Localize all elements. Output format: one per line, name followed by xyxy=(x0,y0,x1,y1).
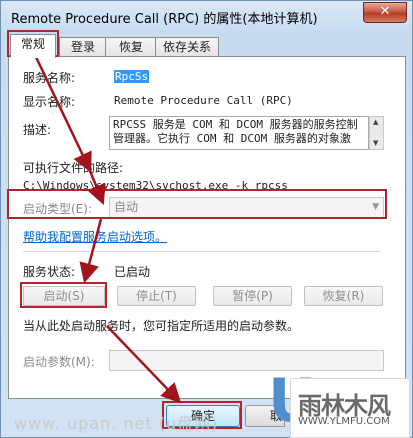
help-configure-link[interactable]: 帮助我配置服务启动选项。 xyxy=(23,228,167,245)
highlight-start-button xyxy=(20,282,107,308)
service-name-label: 服务名称: xyxy=(23,71,76,85)
display-name-value[interactable]: Remote Procedure Call (RPC) xyxy=(114,94,293,107)
service-name-value[interactable]: RpcSs xyxy=(114,70,150,83)
tab-dependencies[interactable]: 依存关系 xyxy=(155,37,219,57)
title-bar: Remote Procedure Call (RPC) 的属性(本地计算机) xyxy=(7,5,362,27)
highlight-startup-type xyxy=(7,189,387,219)
window-title: Remote Procedure Call (RPC) 的属性(本地计算机) xyxy=(11,12,318,27)
start-params-input[interactable] xyxy=(109,350,384,371)
resume-button[interactable]: 恢复(R) xyxy=(304,286,383,306)
divider xyxy=(23,251,381,252)
pause-button[interactable]: 暂停(P) xyxy=(213,286,292,306)
close-button[interactable]: ✕ xyxy=(363,2,407,23)
ylmf-logo: U 雨林木风 WWW.YLMFU.COM xyxy=(268,370,413,438)
upan-watermark: www. upan. net (u盘网) xyxy=(14,414,219,433)
exe-path-label: 可执行文件的路径: xyxy=(23,161,124,175)
tab-general[interactable]: 常规 xyxy=(10,34,56,58)
scroll-up-icon[interactable]: ▲ xyxy=(373,118,378,126)
description-line: RPCSS 服务是 COM 和 DCOM 服务器的服务控制 xyxy=(113,118,358,131)
description-label: 描述: xyxy=(23,123,52,137)
description-box[interactable]: RPCSS 服务是 COM 和 DCOM 服务器的服务控制 管理器。它执行 CO… xyxy=(109,116,369,150)
display-name-label: 显示名称: xyxy=(23,95,76,109)
service-status-value: 已启动 xyxy=(114,265,151,279)
scroll-down-icon[interactable]: ▼ xyxy=(373,139,378,147)
start-params-label: 启动参数(M): xyxy=(23,355,95,369)
start-params-hint: 当从此处启动服务时，您可指定所适用的启动参数。 xyxy=(23,319,300,333)
description-line: 管理器。它执行 COM 和 DCOM 服务器的对象激 xyxy=(113,132,351,145)
logo-url: WWW.YLMFU.COM xyxy=(298,416,390,427)
tab-recovery[interactable]: 恢复 xyxy=(105,37,157,57)
service-status-label: 服务状态: xyxy=(23,265,76,279)
stop-button[interactable]: 停止(T) xyxy=(117,286,196,306)
description-scrollbar[interactable]: ▲ ▼ xyxy=(369,116,384,150)
tab-logon[interactable]: 登录 xyxy=(59,37,107,57)
